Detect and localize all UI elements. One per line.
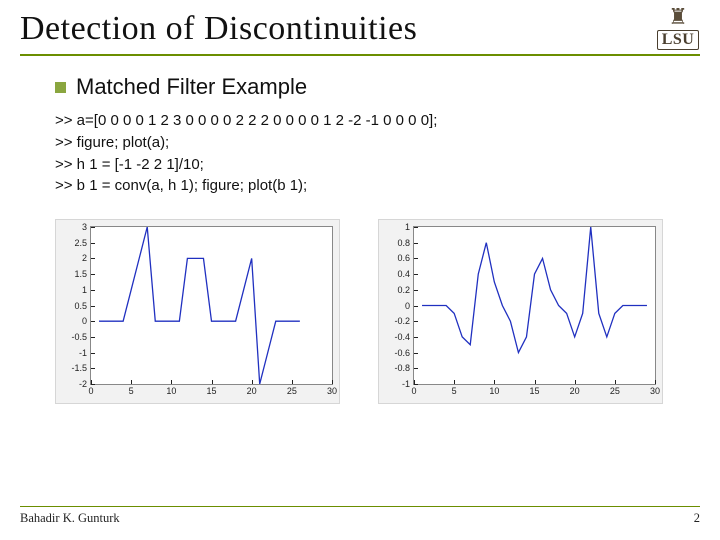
y-tick: -0.8 xyxy=(394,363,414,373)
y-tick: -0.4 xyxy=(394,332,414,342)
x-tick: 10 xyxy=(489,384,499,396)
x-tick: 15 xyxy=(206,384,216,396)
y-tick: -0.2 xyxy=(394,316,414,326)
y-tick: 1.5 xyxy=(74,269,91,279)
code-line: >> h 1 = [-1 -2 2 1]/10; xyxy=(55,154,680,176)
y-tick: 0 xyxy=(405,301,414,311)
x-tick: 15 xyxy=(529,384,539,396)
y-tick: 0.6 xyxy=(397,253,414,263)
y-tick: -1 xyxy=(79,348,91,358)
y-tick: -0.6 xyxy=(394,348,414,358)
code-line: >> a=[0 0 0 0 1 2 3 0 0 0 0 2 2 2 0 0 0 … xyxy=(55,110,680,132)
x-tick: 30 xyxy=(327,384,337,396)
square-bullet-icon xyxy=(55,82,66,93)
x-tick: 5 xyxy=(452,384,457,396)
x-tick: 25 xyxy=(610,384,620,396)
footer-page: 2 xyxy=(694,511,700,526)
code-line: >> b 1 = conv(a, h 1); figure; plot(b 1)… xyxy=(55,175,680,197)
y-tick: 3 xyxy=(82,222,91,232)
y-tick: 0 xyxy=(82,316,91,326)
y-tick: -1.5 xyxy=(71,363,91,373)
plot-a: -2-1.5-1-0.500.511.522.53051015202530 xyxy=(55,219,340,404)
x-tick: 10 xyxy=(166,384,176,396)
code-line: >> figure; plot(a); xyxy=(55,132,680,154)
x-tick: 0 xyxy=(411,384,416,396)
slide-footer: Bahadir K. Gunturk 2 xyxy=(20,506,700,526)
y-tick: 0.2 xyxy=(397,285,414,295)
plot-b1: -1-0.8-0.6-0.4-0.200.20.40.60.8105101520… xyxy=(378,219,663,404)
y-tick: 1 xyxy=(405,222,414,232)
slide-title: Detection of Discontinuities xyxy=(20,10,700,56)
logo-text: LSU xyxy=(657,30,700,50)
tower-icon: ♜ xyxy=(668,6,688,28)
y-tick: -0.5 xyxy=(71,332,91,342)
y-tick: 0.8 xyxy=(397,238,414,248)
x-tick: 20 xyxy=(570,384,580,396)
x-tick: 25 xyxy=(287,384,297,396)
y-tick: 2 xyxy=(82,253,91,263)
x-tick: 5 xyxy=(129,384,134,396)
matlab-code-block: >> a=[0 0 0 0 1 2 3 0 0 0 0 2 2 2 0 0 0 … xyxy=(55,110,680,197)
x-tick: 30 xyxy=(650,384,660,396)
bullet-label: Matched Filter Example xyxy=(76,74,307,100)
bullet-item: Matched Filter Example xyxy=(55,74,680,100)
x-tick: 0 xyxy=(88,384,93,396)
y-tick: 0.5 xyxy=(74,301,91,311)
x-tick: 20 xyxy=(247,384,257,396)
y-tick: 2.5 xyxy=(74,238,91,248)
y-tick: 1 xyxy=(82,285,91,295)
footer-author: Bahadir K. Gunturk xyxy=(20,511,120,526)
university-logo: ♜ LSU xyxy=(648,6,708,66)
y-tick: 0.4 xyxy=(397,269,414,279)
